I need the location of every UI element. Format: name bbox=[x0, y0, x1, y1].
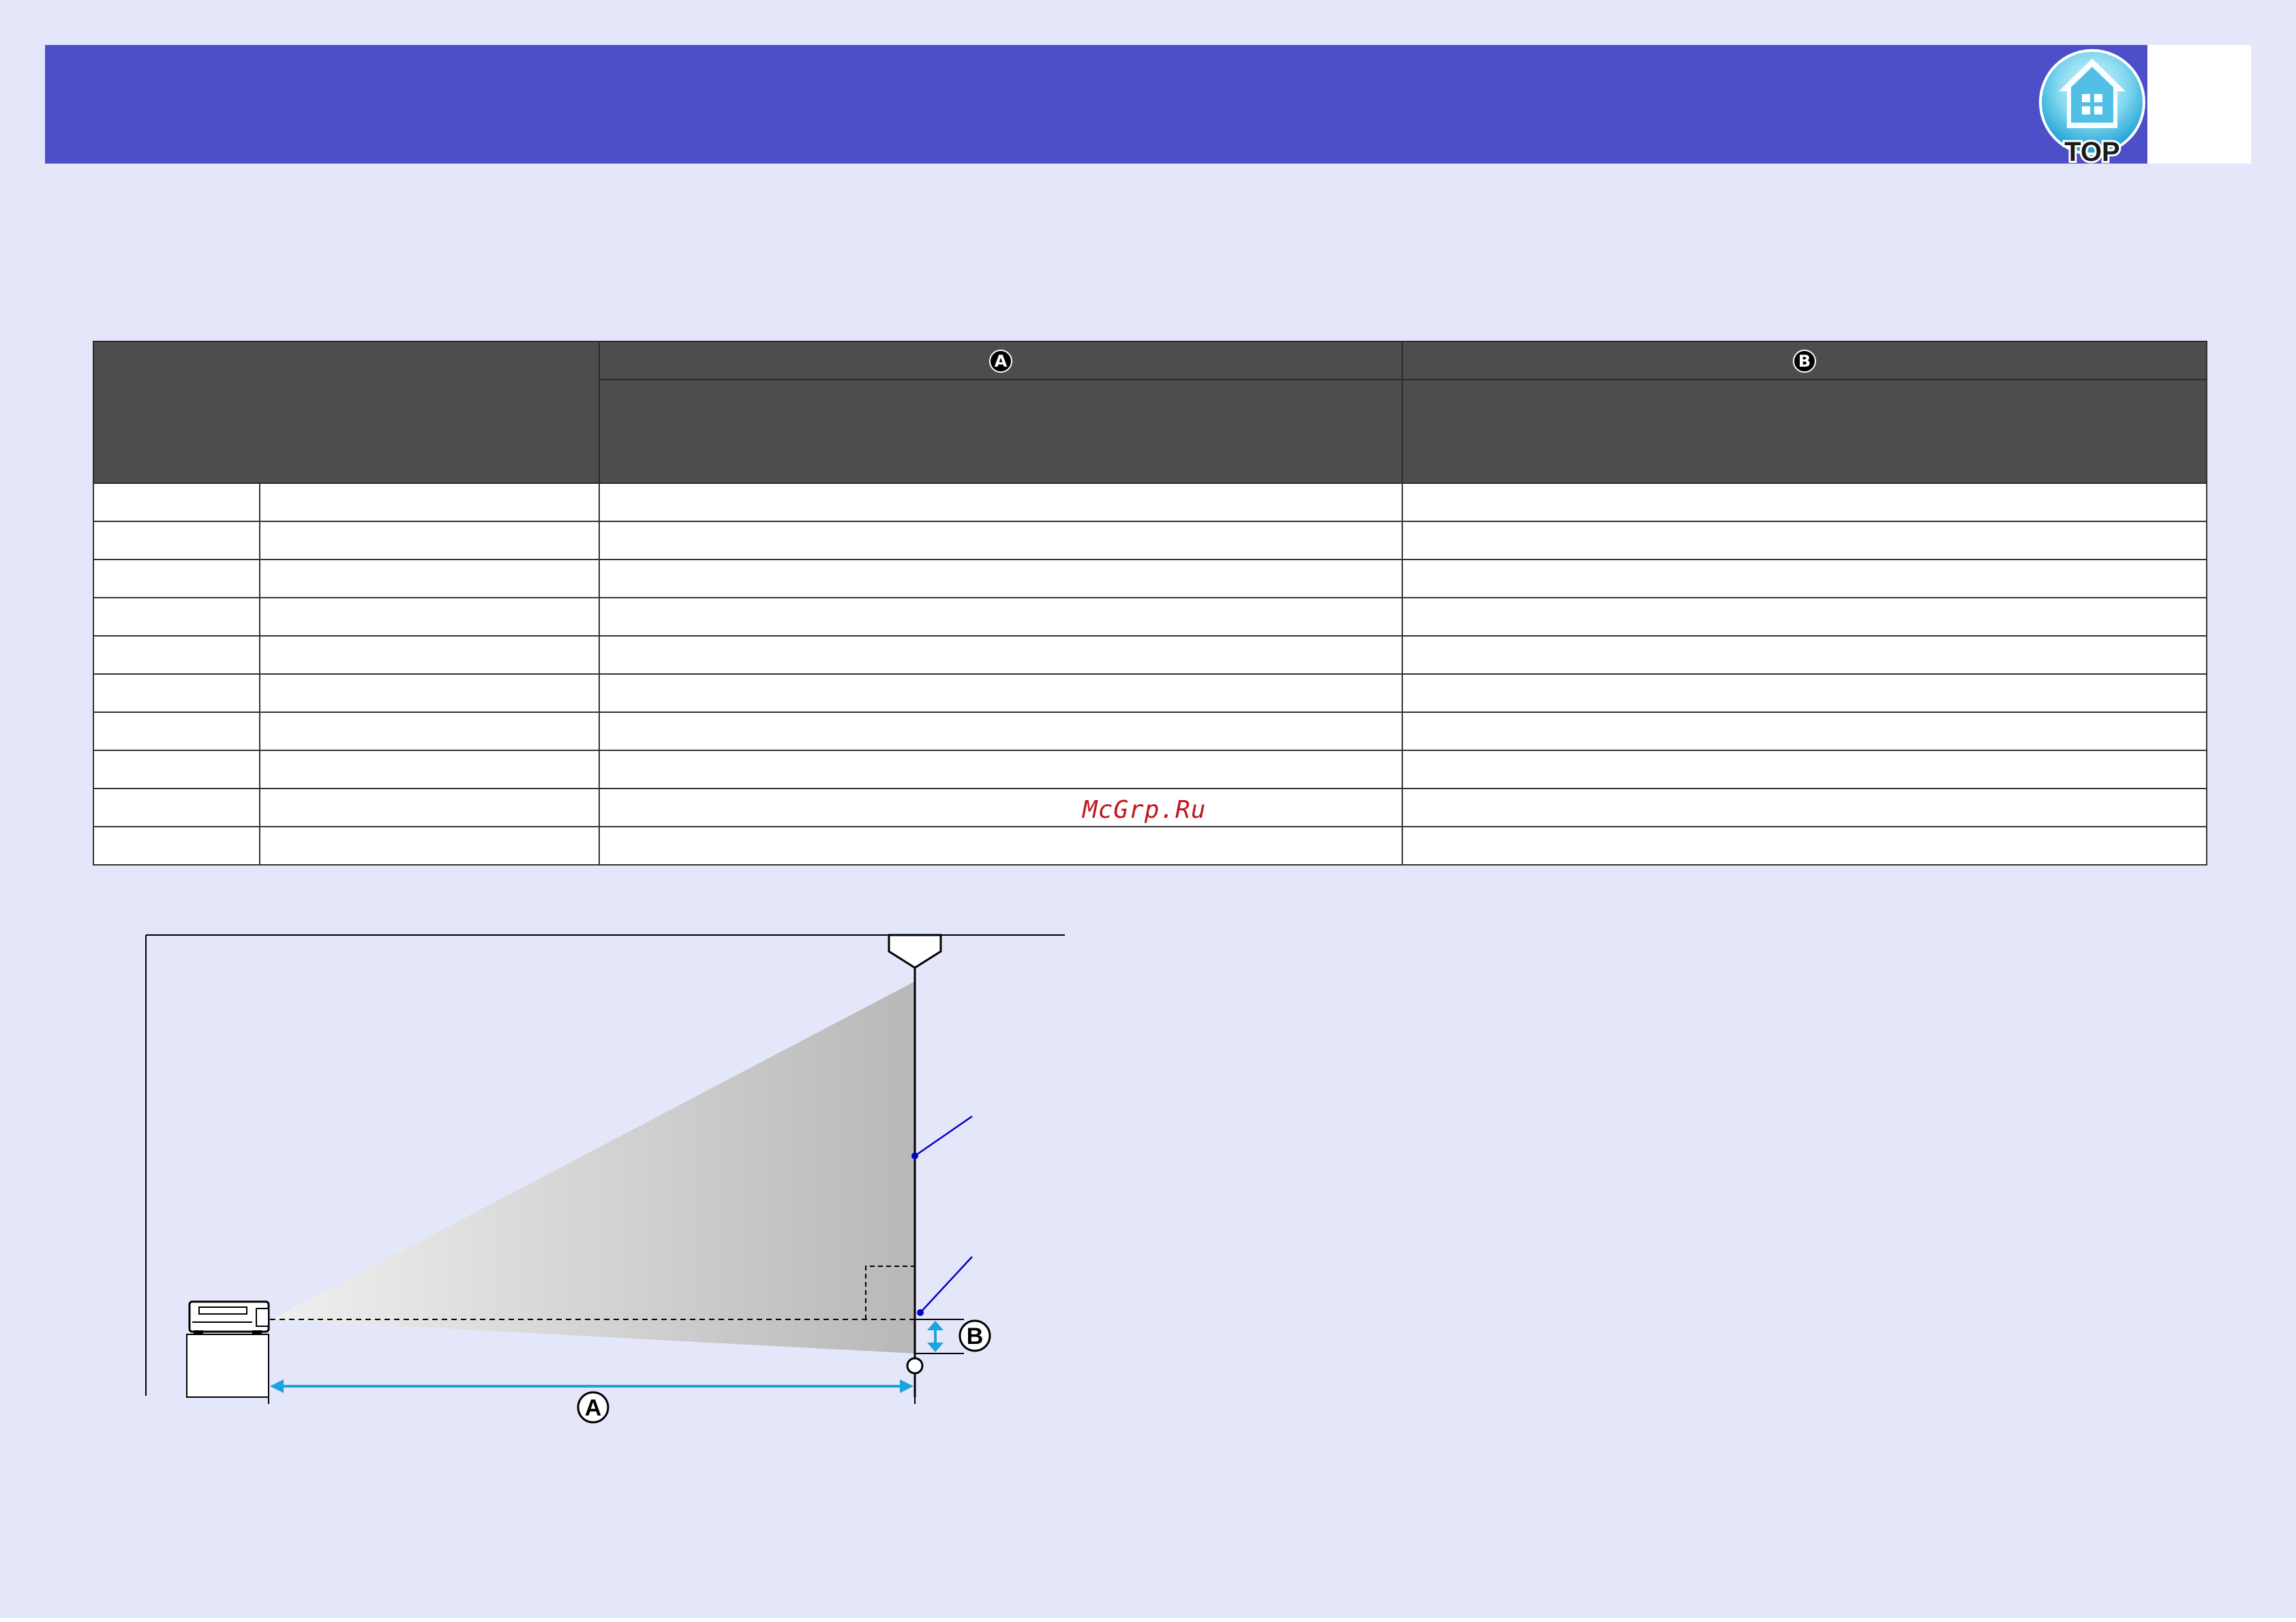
table-cell bbox=[259, 788, 600, 827]
projection-diagram: B A bbox=[145, 934, 1065, 1424]
table-cell bbox=[1402, 673, 2207, 713]
marker-a-icon: A bbox=[989, 349, 1012, 373]
table-cell bbox=[259, 597, 600, 637]
screen-pointer-dot bbox=[911, 1152, 918, 1159]
table-cell bbox=[93, 673, 260, 713]
table-cell bbox=[1402, 826, 2207, 866]
table-cell bbox=[599, 711, 1403, 751]
table-cell bbox=[1402, 559, 2207, 598]
table-cell bbox=[1402, 711, 2207, 751]
table-cell bbox=[599, 597, 1403, 637]
table-cell bbox=[599, 673, 1403, 713]
projector-stand bbox=[186, 1334, 269, 1398]
watermark: McGrp.Ru bbox=[1083, 796, 1207, 824]
table-cell bbox=[259, 711, 600, 751]
projector-icon bbox=[188, 1300, 270, 1334]
table-cell bbox=[259, 826, 600, 866]
table-cell bbox=[93, 750, 260, 789]
top-label: TOP bbox=[2064, 137, 2120, 164]
table-cell bbox=[1402, 750, 2207, 789]
table-cell bbox=[1402, 521, 2207, 560]
table-cell bbox=[599, 788, 1403, 827]
table-header-size bbox=[93, 341, 600, 484]
table-cell bbox=[259, 750, 600, 789]
page-bottom-edge bbox=[0, 1618, 2296, 1622]
marker-b-icon: B bbox=[1793, 349, 1816, 373]
table-cell bbox=[259, 559, 600, 598]
table-row bbox=[93, 483, 2207, 522]
table-header-b: B bbox=[1402, 341, 2207, 380]
screen-bottom-marker bbox=[906, 1357, 924, 1375]
table-cell bbox=[93, 788, 260, 827]
table-row bbox=[93, 521, 2207, 560]
table-cell bbox=[599, 826, 1403, 866]
projection-distance-table: A B bbox=[93, 341, 2207, 866]
header-right-block bbox=[2147, 45, 2251, 164]
table-cell bbox=[1402, 788, 2207, 827]
table-cell bbox=[93, 559, 260, 598]
table-cell bbox=[93, 597, 260, 637]
table-cell bbox=[1402, 483, 2207, 522]
table-cell bbox=[599, 483, 1403, 522]
table-cell bbox=[93, 711, 260, 751]
screen-housing bbox=[888, 934, 942, 969]
table-cell bbox=[1402, 597, 2207, 637]
header-bar bbox=[45, 45, 2147, 164]
label-a-text: A bbox=[585, 1395, 602, 1421]
table-subheader-a bbox=[599, 379, 1403, 484]
table-cell bbox=[599, 521, 1403, 560]
table-cell bbox=[1402, 635, 2207, 675]
table-row bbox=[93, 826, 2207, 866]
table-cell bbox=[93, 483, 260, 522]
table-cell bbox=[599, 559, 1403, 598]
label-b-text: B bbox=[967, 1323, 984, 1349]
table-cell bbox=[259, 521, 600, 560]
table-row bbox=[93, 559, 2207, 598]
table-header-a: A bbox=[599, 341, 1403, 380]
table-row bbox=[93, 597, 2207, 637]
table-row bbox=[93, 750, 2207, 789]
table-cell bbox=[93, 521, 260, 560]
table-subheader-b bbox=[1402, 379, 2207, 484]
table-cell bbox=[259, 673, 600, 713]
table-cell bbox=[599, 750, 1403, 789]
table-cell bbox=[93, 826, 260, 866]
home-icon: TOP TOP bbox=[2039, 49, 2145, 164]
table-cell bbox=[259, 635, 600, 675]
lens-pointer-line bbox=[920, 1256, 973, 1313]
table-row bbox=[93, 711, 2207, 751]
lens-pointer-dot bbox=[917, 1309, 924, 1316]
table-row bbox=[93, 673, 2207, 713]
table-row bbox=[93, 635, 2207, 675]
projection-beam bbox=[271, 981, 915, 1353]
table-cell bbox=[93, 635, 260, 675]
table-cell bbox=[599, 635, 1403, 675]
screen-pointer-line bbox=[914, 1115, 973, 1157]
top-button[interactable]: TOP TOP bbox=[2037, 46, 2147, 164]
table-cell bbox=[259, 483, 600, 522]
